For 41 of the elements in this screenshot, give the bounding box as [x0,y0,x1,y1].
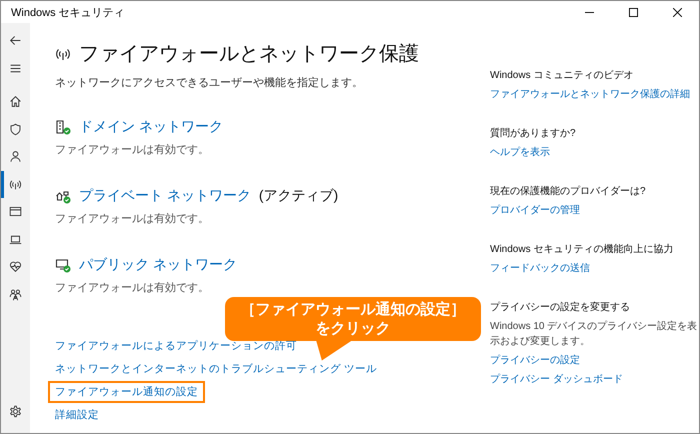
window-title: Windows セキュリティ [11,6,125,20]
section-text: Windows 10 デバイスのプライバシー設定を表示および変更します。 [490,320,698,349]
page-description: ネットワークにアクセスできるユーザーや機能を指定します。 [55,76,364,90]
person-icon[interactable] [9,150,22,164]
settings-link[interactable]: ネットワークとインターネットのトラブルシューティング ツール [55,360,377,378]
section-heading: 質問がありますか? [490,126,577,141]
heart-icon[interactable] [9,260,22,274]
firewall-status: ファイアウォールは有効です。 [55,212,210,226]
monitor-icon [55,257,71,273]
shield-icon[interactable] [9,122,22,136]
callout-text: ［ファイアウォール通知の設定］ [240,300,466,319]
gear-icon[interactable] [9,404,22,418]
firewall-status: ファイアウォールは有効です。 [55,281,210,295]
callout-text: をクリック [316,319,390,338]
page-title: ファイアウォールとネットワーク保護 [79,42,419,67]
help-link[interactable]: フィードバックの送信 [490,261,699,276]
back-icon[interactable] [9,34,22,48]
network-status-label: (アクティブ) [258,187,338,205]
help-link[interactable]: プロバイダーの管理 [490,203,699,218]
highlighted-link[interactable]: ファイアウォール通知の設定 [50,383,203,401]
settings-link[interactable]: ファイアウォールによるアプリケーションの許可 [55,337,297,355]
network-link[interactable]: パブリック ネットワーク [79,256,237,274]
window-icon[interactable] [9,205,22,218]
home-icon[interactable] [9,95,22,108]
help-link[interactable]: プライバシーの設定 [490,353,699,368]
building-icon [55,119,71,135]
firewall-status: ファイアウォールは有効です。 [55,143,210,157]
section-heading: 現在の保護機能のプロバイダーは? [490,184,647,199]
settings-link[interactable]: 詳細設定 [55,406,99,424]
close-icon[interactable] [673,8,682,16]
maximize-icon[interactable] [629,8,638,16]
network-link[interactable]: プライベート ネットワーク [79,187,251,205]
help-link[interactable]: プライバシー ダッシュボード [490,372,699,387]
section-heading: プライバシーの設定を変更する [490,300,631,315]
help-link[interactable]: ファイアウォールとネットワーク保護の詳細 [490,87,699,102]
section-heading: Windows セキュリティの機能向上に協力 [490,242,674,257]
network-link[interactable]: ドメイン ネットワーク [79,118,223,136]
family-icon[interactable] [9,288,22,301]
section-heading: Windows コミュニティのビデオ [490,69,634,83]
help-link[interactable]: ヘルプを表示 [490,145,699,160]
antenna-icon[interactable] [9,178,22,191]
